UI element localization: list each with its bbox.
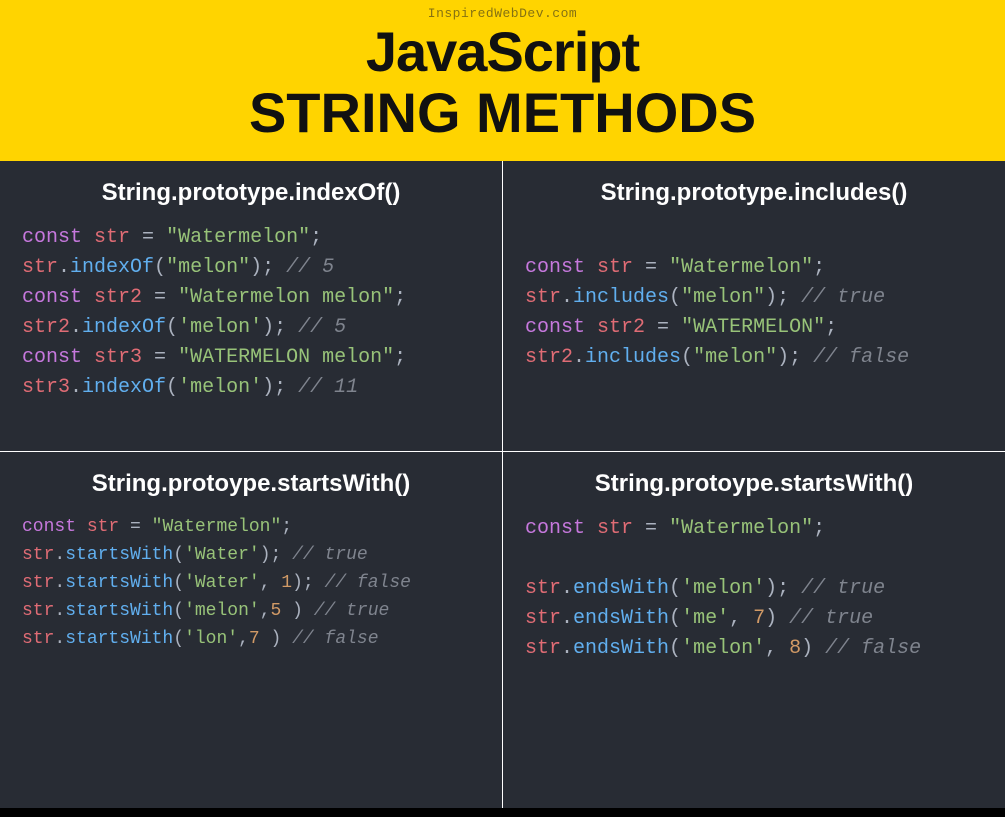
cell-includes: String.prototype.includes() const str = … [503, 161, 1005, 451]
cell-indexof: String.prototype.indexOf() const str = "… [0, 161, 502, 451]
code-block: const str = "Watermelon"; str.startsWith… [22, 514, 480, 653]
code-block: const str = "Watermelon"; str.endsWith('… [525, 514, 983, 664]
header: InspiredWebDev.com JavaScript STRING MET… [0, 0, 1005, 161]
cell-title: String.prototype.includes() [525, 179, 983, 207]
code-block: const str = "Watermelon"; str.includes("… [525, 223, 983, 373]
methods-grid: String.prototype.indexOf() const str = "… [0, 161, 1005, 808]
title-line-2: STRING METHODS [0, 82, 1005, 144]
cell-title: String.prototype.indexOf() [22, 179, 480, 207]
source-url: InspiredWebDev.com [0, 6, 1005, 21]
code-block: const str = "Watermelon"; str.indexOf("m… [22, 223, 480, 403]
cell-startswith: String.protoype.startsWith() const str =… [0, 452, 502, 808]
cell-endswith: String.protoype.startsWith() const str =… [503, 452, 1005, 808]
cell-title: String.protoype.startsWith() [22, 470, 480, 498]
cell-title: String.protoype.startsWith() [525, 470, 983, 498]
title-line-1: JavaScript [0, 23, 1005, 82]
